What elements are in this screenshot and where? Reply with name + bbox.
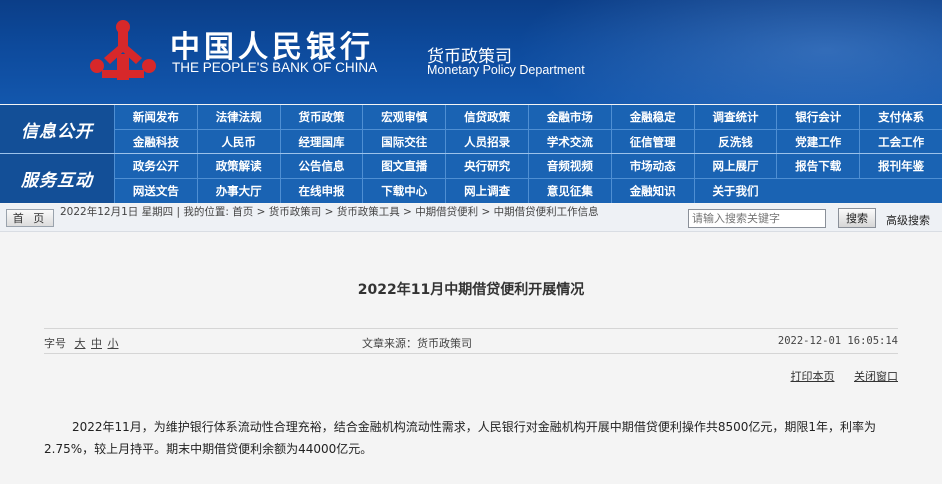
page: 中国人民银行 THE PEOPLE'S BANK OF CHINA 货币政策司 …: [0, 0, 942, 484]
crumb-tools[interactable]: 货币政策工具: [337, 206, 400, 218]
nav-info-item-11[interactable]: 金融科技: [114, 129, 197, 154]
print-page-link[interactable]: 打印本页: [791, 370, 835, 383]
nav-info-item-12[interactable]: 人民币: [196, 129, 280, 154]
nav-info-item-17[interactable]: 征信管理: [610, 129, 694, 154]
font-size-label: 字号: [44, 337, 66, 350]
crumb-dept[interactable]: 货币政策司: [269, 206, 322, 218]
advanced-search-link[interactable]: 高级搜索: [886, 212, 930, 228]
nav-service-item-12[interactable]: 办事大厅: [196, 178, 280, 203]
nav-service-item-6[interactable]: 音频视频: [528, 154, 611, 179]
nav-info-item-20[interactable]: 工会工作: [859, 129, 942, 154]
crumb-home[interactable]: 首页: [232, 206, 253, 218]
bank-name-en: THE PEOPLE'S BANK OF CHINA: [172, 60, 378, 75]
location-bar: 首 页 2022年12月1日 星期四 | 我的位置: 首页 > 货币政策司 > …: [0, 204, 942, 232]
nav-service-item-11[interactable]: 网送文告: [114, 178, 197, 203]
article-actions: 打印本页 关闭窗口: [775, 368, 899, 384]
article-body: 2022年11月，为维护银行体系流动性合理充裕，结合金融机构流动性需求，人民银行…: [44, 420, 876, 456]
nav-service-item-3[interactable]: 公告信息: [279, 154, 363, 179]
nav-info-item-6[interactable]: 金融市场: [528, 105, 611, 130]
nav-info-item-5[interactable]: 信贷政策: [445, 105, 528, 130]
home-button[interactable]: 首 页: [6, 209, 54, 227]
nav-service-item-18[interactable]: 关于我们: [693, 178, 777, 203]
nav-service-item-15[interactable]: 网上调查: [445, 178, 528, 203]
nav-service-item-9[interactable]: 报告下载: [776, 154, 860, 179]
nav-service-item-13[interactable]: 在线申报: [279, 178, 363, 203]
department-name-en: Monetary Policy Department: [427, 63, 585, 77]
nav-info-item-15[interactable]: 人员招录: [445, 129, 528, 154]
nav-service-item-5[interactable]: 央行研究: [445, 154, 528, 179]
article-title: 2022年11月中期借贷便利开展情况: [357, 282, 585, 298]
nav-info-item-14[interactable]: 国际交往: [362, 129, 445, 154]
nav-info-item-16[interactable]: 学术交流: [528, 129, 611, 154]
nav-info-item-1[interactable]: 新闻发布: [114, 105, 197, 130]
font-size-large[interactable]: 大: [75, 337, 86, 350]
nav-info-item-7[interactable]: 金融稳定: [610, 105, 694, 130]
header-banner: 中国人民银行 THE PEOPLE'S BANK OF CHINA 货币政策司 …: [0, 0, 942, 104]
current-weekday: 星期四: [141, 206, 174, 218]
publish-date: 2022-12-01 16:05:14: [777, 335, 898, 347]
pboc-emblem-icon: [90, 20, 156, 80]
nav-info-item-19[interactable]: 党建工作: [776, 129, 859, 154]
nav-info-section: 信息公开 新闻发布 法律法规 货币政策 宏观审慎 信贷政策 金融市场 金融稳定 调查统计 银行会…: [0, 105, 942, 154]
font-size-small[interactable]: 小: [108, 337, 119, 350]
font-size-medium[interactable]: 中: [91, 337, 102, 350]
nav-service-item-4[interactable]: 图文直播: [362, 154, 446, 179]
nav-service-item-1[interactable]: 政务公开: [114, 154, 197, 179]
crumb-mlf[interactable]: 中期借贷便利: [415, 206, 478, 218]
article-content: 2022年11月中期借贷便利开展情况 字号 大 中 小 文章来源：货币政策司 2…: [0, 246, 942, 484]
nav-info-item-8[interactable]: 调查统计: [693, 105, 777, 130]
nav-info-item-13[interactable]: 经理国库: [279, 129, 363, 154]
crumb-mlf-info[interactable]: 中期借贷便利工作信息: [494, 206, 599, 218]
font-size-selector: 字号 大 中 小: [44, 335, 119, 351]
search-input[interactable]: [688, 209, 826, 228]
nav-service-title: 服务互动: [0, 154, 114, 203]
nav-service-item-7[interactable]: 市场动态: [610, 154, 694, 179]
nav-info-grid: 新闻发布 法律法规 货币政策 宏观审慎 信贷政策 金融市场 金融稳定 调查统计 银行会计 支付体系…: [114, 105, 942, 154]
nav-info-item-18[interactable]: 反洗钱: [693, 129, 777, 154]
current-date: 2022年12月1日: [60, 206, 139, 218]
nav-service-item-17[interactable]: 金融知识: [610, 178, 694, 203]
nav-info-item-2[interactable]: 法律法规: [196, 105, 280, 130]
nav-info-item-3[interactable]: 货币政策: [279, 105, 363, 130]
nav-service-item-16[interactable]: 意见征集: [528, 178, 611, 203]
location-prefix: 我的位置:: [183, 206, 229, 218]
article-source: 文章来源：货币政策司: [362, 337, 472, 350]
article-meta: 字号 大 中 小 文章来源：货币政策司 2022-12-01 16:05:14: [44, 328, 898, 354]
nav-info-item-10[interactable]: 支付体系: [859, 105, 942, 130]
nav-service-grid: 政务公开 政策解读 公告信息 图文直播 央行研究 音频视频 市场动态 网上展厅 报告下载 报刊年鉴…: [114, 154, 942, 203]
search-button[interactable]: 搜索: [838, 208, 876, 228]
nav-service-item-8[interactable]: 网上展厅: [693, 154, 777, 179]
nav-service-item-2[interactable]: 政策解读: [196, 154, 280, 179]
close-window-link[interactable]: 关闭窗口: [854, 370, 898, 383]
nav-service-item-10[interactable]: 报刊年鉴: [859, 154, 942, 179]
nav-info-item-9[interactable]: 银行会计: [776, 105, 860, 130]
nav-service-section: 服务互动 政务公开 政策解读 公告信息 图文直播 央行研究 音频视频 市场动态 网上展厅 报告下…: [0, 154, 942, 203]
nav-service-item-14[interactable]: 下载中心: [362, 178, 445, 203]
nav-info-title: 信息公开: [0, 105, 114, 154]
nav-info-item-4[interactable]: 宏观审慎: [362, 105, 446, 130]
breadcrumb: 2022年12月1日 星期四 | 我的位置: 首页 > 货币政策司 > 货币政策…: [60, 206, 599, 218]
